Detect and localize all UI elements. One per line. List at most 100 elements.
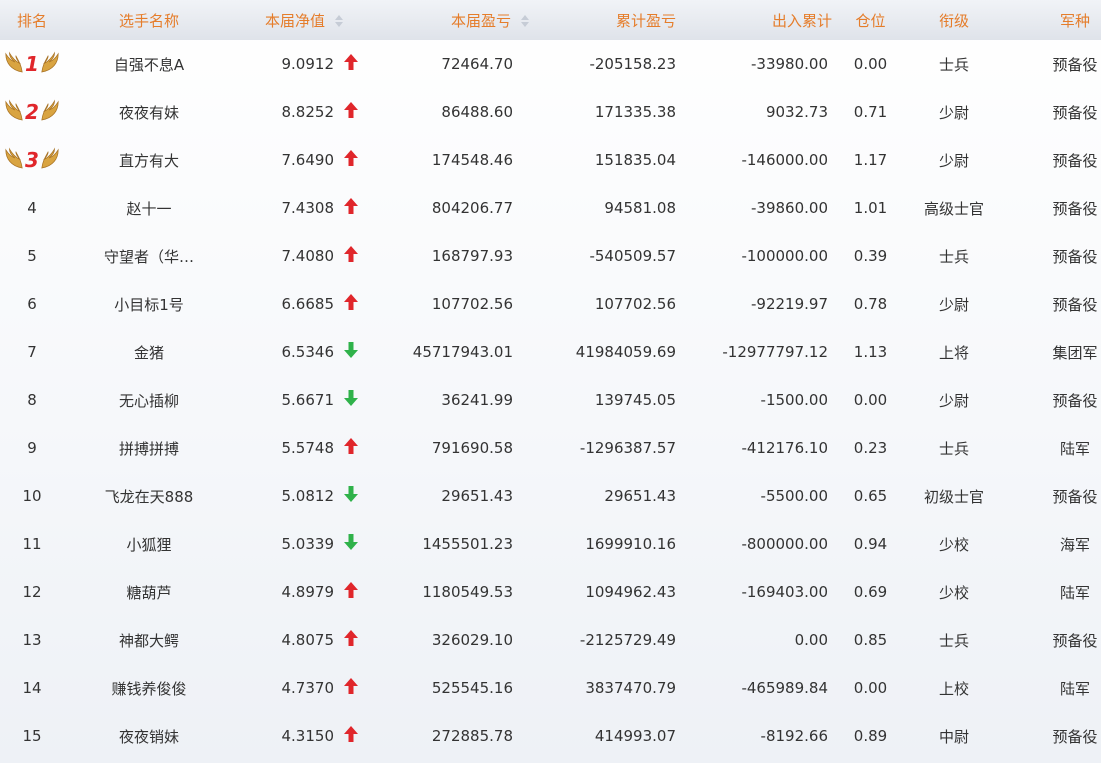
player-name[interactable]: 小狐狸 xyxy=(64,520,234,568)
table-row[interactable]: 9 拼搏拼搏 5.5748 791690.58 -1296387.57 -412176.1… xyxy=(0,424,1101,472)
rank-number: 13 xyxy=(22,631,42,649)
table-row[interactable]: 8 无心插柳 5.6671 36241.99 139745.05 -1500.00 0.00… xyxy=(0,376,1101,424)
pnl-cell: 1455501.23 xyxy=(374,520,529,568)
table-row[interactable]: 12 糖葫芦 4.8979 1180549.53 1094962.43 -169403.0… xyxy=(0,568,1101,616)
position-cell: 0.23 xyxy=(832,424,909,472)
left-wing-icon xyxy=(4,97,24,127)
cum-value: -540509.57 xyxy=(589,247,676,265)
military-rank-value: 少尉 xyxy=(938,103,969,122)
arm-cell: 陆军 xyxy=(999,424,1101,472)
medal-icon: 3 xyxy=(4,145,60,175)
cum-value: 3837470.79 xyxy=(585,679,676,697)
position-cell: 0.69 xyxy=(832,568,909,616)
table-row[interactable]: 11 小狐狸 5.0339 1455501.23 1699910.16 -800000.0… xyxy=(0,520,1101,568)
player-name[interactable]: 飞龙在天888 xyxy=(64,472,234,520)
flow-cell: -100000.00 xyxy=(676,232,832,280)
player-name-link[interactable]: 拼搏拼搏 xyxy=(119,440,179,458)
header-cum: 累计盈亏 xyxy=(615,11,676,30)
military-rank-cell: 高级士官 xyxy=(909,184,999,232)
military-rank-value: 上校 xyxy=(938,679,969,698)
leaderboard-table: 排名 选手名称 本届净值 本届盈亏 累计盈亏 出入累计 仓位 衔级 军种 1 自强… xyxy=(0,0,1101,760)
table-row[interactable]: 6 小目标1号 6.6685 107702.56 107702.56 -92219.97 0… xyxy=(0,280,1101,328)
player-name-link[interactable]: 赵十一 xyxy=(126,200,171,218)
nav-cell: 5.0339 xyxy=(234,520,374,568)
player-name[interactable]: 自强不息A xyxy=(64,40,234,88)
cum-cell: 414993.07 xyxy=(529,712,676,760)
arm-cell: 预备役 xyxy=(999,712,1101,760)
player-name-link[interactable]: 小狐狸 xyxy=(126,536,171,554)
flow-value: -39860.00 xyxy=(751,199,828,217)
pnl-value: 86488.60 xyxy=(441,103,513,121)
player-name[interactable]: 赵十一 xyxy=(64,184,234,232)
cum-value: -205158.23 xyxy=(589,55,676,73)
player-name-link[interactable]: 赚钱养俊俊 xyxy=(111,680,186,698)
player-name-link[interactable]: 飞龙在天888 xyxy=(105,488,194,506)
header-pnl[interactable]: 本届盈亏 xyxy=(374,0,529,40)
arm-cell: 集团军 xyxy=(999,328,1101,376)
header-nav[interactable]: 本届净值 xyxy=(234,0,374,40)
table-row[interactable]: 3 直方有大 7.6490 174548.46 151835.04 -146000.00 1… xyxy=(0,136,1101,184)
player-name-link[interactable]: 直方有大 xyxy=(119,152,179,170)
player-name[interactable]: 夜夜销妹 xyxy=(64,712,234,760)
sort-icon[interactable] xyxy=(335,15,343,27)
position-value: 0.69 xyxy=(853,583,888,601)
player-name-link[interactable]: 小目标1号 xyxy=(114,296,184,314)
player-name[interactable]: 金猪 xyxy=(64,328,234,376)
player-name-link[interactable]: 守望者（华… xyxy=(104,248,194,266)
flow-value: -146000.00 xyxy=(741,151,828,169)
rank-cell: 7 xyxy=(0,328,64,376)
player-name-link[interactable]: 自强不息A xyxy=(114,56,184,74)
player-name[interactable]: 无心插柳 xyxy=(64,376,234,424)
player-name-link[interactable]: 夜夜有妹 xyxy=(119,104,179,122)
player-name-link[interactable]: 无心插柳 xyxy=(119,392,179,410)
player-name-link[interactable]: 金猪 xyxy=(134,344,164,362)
table-row[interactable]: 13 神都大鳄 4.8075 326029.10 -2125729.49 0.00 0.85… xyxy=(0,616,1101,664)
sort-icon[interactable] xyxy=(521,15,529,27)
table-row[interactable]: 5 守望者（华… 7.4080 168797.93 -540509.57 -100000.… xyxy=(0,232,1101,280)
player-name[interactable]: 神都大鳄 xyxy=(64,616,234,664)
player-name[interactable]: 直方有大 xyxy=(64,136,234,184)
flow-cell: -1500.00 xyxy=(676,376,832,424)
player-name-link[interactable]: 糖葫芦 xyxy=(126,584,171,602)
cum-cell: -1296387.57 xyxy=(529,424,676,472)
position-value: 0.65 xyxy=(853,487,888,505)
nav-value: 7.6490 xyxy=(281,151,335,169)
arm-value: 预备役 xyxy=(1052,103,1098,122)
rank-number: 10 xyxy=(22,487,42,505)
military-rank-value: 士兵 xyxy=(938,631,969,650)
pnl-value: 29651.43 xyxy=(441,487,513,505)
flow-value: -8192.66 xyxy=(760,727,828,745)
nav-value: 5.0339 xyxy=(281,535,335,553)
pnl-cell: 29651.43 xyxy=(374,472,529,520)
player-name[interactable]: 赚钱养俊俊 xyxy=(64,664,234,712)
player-name[interactable]: 小目标1号 xyxy=(64,280,234,328)
player-name[interactable]: 守望者（华… xyxy=(64,232,234,280)
table-row[interactable]: 14 赚钱养俊俊 4.7370 525545.16 3837470.79 -465989.… xyxy=(0,664,1101,712)
table-row[interactable]: 4 赵十一 7.4308 804206.77 94581.08 -39860.00 1.01… xyxy=(0,184,1101,232)
arrow-up-icon xyxy=(344,246,360,266)
military-rank-value: 高级士官 xyxy=(923,199,984,218)
table-row[interactable]: 10 飞龙在天888 5.0812 29651.43 29651.43 -5500.00 0… xyxy=(0,472,1101,520)
pnl-value: 326029.10 xyxy=(431,631,513,649)
table-row[interactable]: 2 夜夜有妹 8.8252 86488.60 171335.38 9032.73 0.71 少… xyxy=(0,88,1101,136)
player-name-link[interactable]: 夜夜销妹 xyxy=(119,728,179,746)
military-rank-cell: 士兵 xyxy=(909,424,999,472)
cum-cell: 41984059.69 xyxy=(529,328,676,376)
table-row[interactable]: 15 夜夜销妹 4.3150 272885.78 414993.07 -8192.66 0.… xyxy=(0,712,1101,760)
pnl-cell: 168797.93 xyxy=(374,232,529,280)
table-row[interactable]: 1 自强不息A 9.0912 72464.70 -205158.23 -33980.00 0… xyxy=(0,40,1101,88)
flow-value: -33980.00 xyxy=(751,55,828,73)
nav-value: 8.8252 xyxy=(281,103,335,121)
position-cell: 0.00 xyxy=(832,664,909,712)
military-rank-cell: 中尉 xyxy=(909,712,999,760)
position-cell: 0.78 xyxy=(832,280,909,328)
player-name[interactable]: 糖葫芦 xyxy=(64,568,234,616)
cum-cell: -540509.57 xyxy=(529,232,676,280)
table-row[interactable]: 7 金猪 6.5346 45717943.01 41984059.69 -12977797… xyxy=(0,328,1101,376)
player-name-link[interactable]: 神都大鳄 xyxy=(119,632,179,650)
player-name[interactable]: 拼搏拼搏 xyxy=(64,424,234,472)
player-name[interactable]: 夜夜有妹 xyxy=(64,88,234,136)
position-cell: 0.00 xyxy=(832,376,909,424)
position-value: 0.94 xyxy=(853,535,888,553)
rank-number: 9 xyxy=(27,439,37,457)
